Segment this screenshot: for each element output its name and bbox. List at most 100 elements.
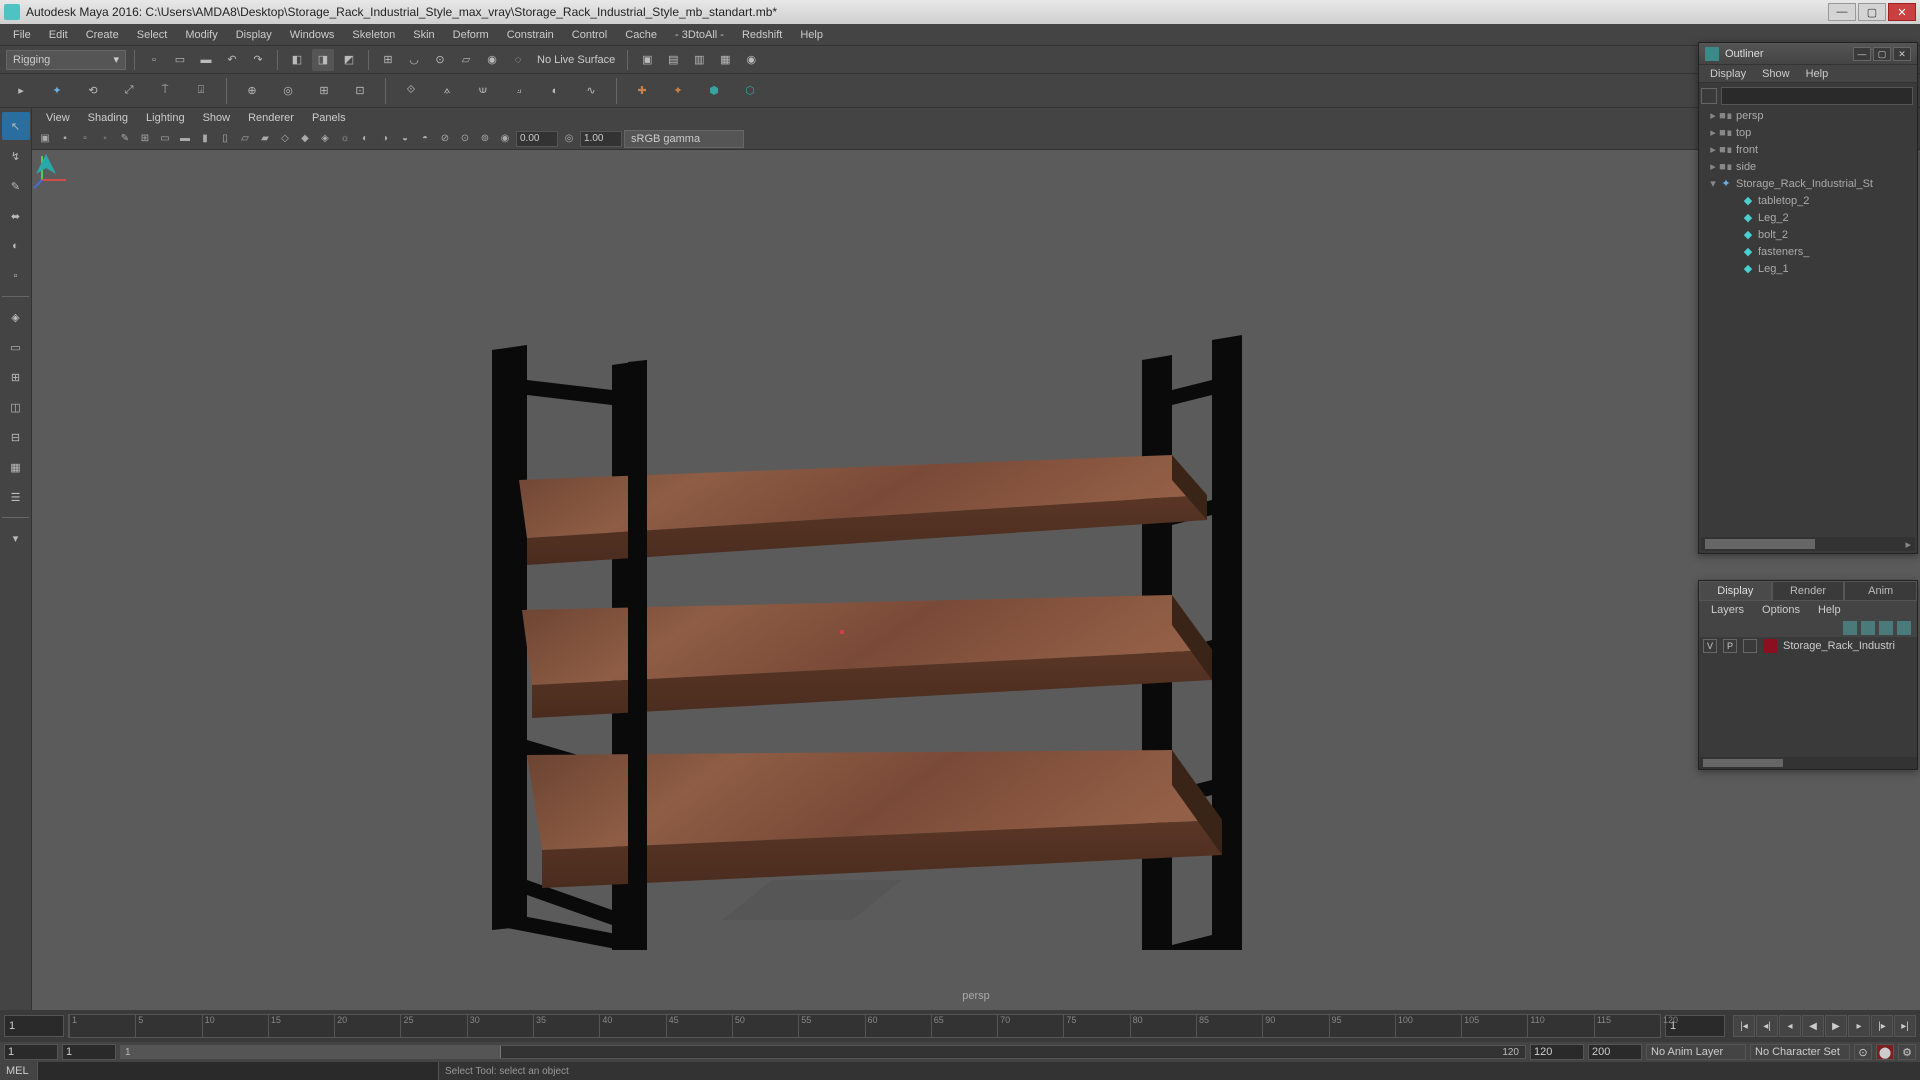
vp-field-chart-icon[interactable]: ▯ [216,130,234,148]
character-set-dropdown[interactable]: No Character Set [1750,1044,1850,1060]
expand-icon[interactable]: ▾ [1707,177,1719,190]
layer-color-swatch[interactable] [1763,639,1777,653]
vp-menu-view[interactable]: View [38,110,78,126]
make-live-icon[interactable]: ◌ [507,49,529,71]
play-forward-button[interactable]: ▶ [1825,1015,1847,1037]
menu-edit[interactable]: Edit [40,26,77,44]
vp-xray-icon[interactable]: ⊘ [436,130,454,148]
step-forward-key-button[interactable]: |▸ [1871,1015,1893,1037]
vp-menu-lighting[interactable]: Lighting [138,110,193,126]
vp-grid-icon[interactable]: ⊞ [136,130,154,148]
select-hierarchy-icon[interactable]: ◧ [286,49,308,71]
layer-new-empty-icon[interactable] [1879,621,1893,635]
menu-deform[interactable]: Deform [444,26,498,44]
vp-ao-icon[interactable]: ◑ [376,130,394,148]
outliner-tree[interactable]: ▸■∎persp▸■∎top▸■∎front▸■∎side▾✦Storage_R… [1701,107,1915,537]
vp-grease-icon[interactable]: ✎ [116,130,134,148]
lattice-icon[interactable]: ⊞ [309,76,339,106]
ik-tool-icon[interactable]: ⍗ [186,76,216,106]
anim-start-input[interactable]: 1 [4,1044,58,1060]
snap-live-icon[interactable]: ◉ [481,49,503,71]
panel-maximize-button[interactable]: ▢ [1873,47,1891,61]
layout-custom-button[interactable]: ▦ [2,453,30,481]
tree-row[interactable]: ◆fasteners_ [1701,243,1915,260]
snap-curve-icon[interactable]: ◡ [403,49,425,71]
tree-row[interactable]: ◆bolt_2 [1701,226,1915,243]
menu-windows[interactable]: Windows [281,26,344,44]
outliner-filter-icon[interactable] [1701,88,1717,104]
snap-point-icon[interactable]: ⊙ [429,49,451,71]
cmd-language-label[interactable]: MEL [0,1062,38,1080]
menu-select[interactable]: Select [128,26,177,44]
move-tool-icon[interactable]: ✦ [42,76,72,106]
outliner-search-input[interactable] [1721,87,1913,105]
menu-display[interactable]: Display [227,26,281,44]
tree-row[interactable]: ▸■∎top [1701,124,1915,141]
tab-anim-layers[interactable]: Anim [1844,581,1917,601]
menu-help[interactable]: Help [791,26,832,44]
vp-textured-icon[interactable]: ◈ [316,130,334,148]
vp-safe-action-icon[interactable]: ▱ [236,130,254,148]
layer-scrollbar[interactable] [1699,757,1917,769]
minimize-button[interactable]: — [1828,3,1856,21]
set-key-button[interactable]: ⬤ [1876,1044,1894,1060]
vp-wireframe-icon[interactable]: ◇ [276,130,294,148]
vp-camera-icon[interactable]: ▣ [36,130,54,148]
render-frame-icon[interactable]: ▣ [636,49,658,71]
vp-gamma-input[interactable] [580,131,622,147]
layout-outliner-button[interactable]: ☰ [2,483,30,511]
layer-move-up-icon[interactable] [1843,621,1857,635]
time-track[interactable]: 1510152025303540455055606570758085909510… [68,1014,1661,1038]
layer-row[interactable]: V P Storage_Rack_Industri [1699,637,1917,655]
menu-create[interactable]: Create [77,26,128,44]
blend-shape-icon[interactable]: ◐ [540,76,570,106]
layer-visible-toggle[interactable]: V [1703,639,1717,653]
tree-row[interactable]: ◆Leg_1 [1701,260,1915,277]
tree-row[interactable]: ▸■∎front [1701,141,1915,158]
tree-row[interactable]: ▸■∎persp [1701,107,1915,124]
vp-film-gate-icon[interactable]: ▭ [156,130,174,148]
tree-row[interactable]: ◆Leg_2 [1701,209,1915,226]
select-tool-button[interactable]: ↖ [2,112,30,140]
save-scene-icon[interactable]: ▬ [195,49,217,71]
vp-image-plane-icon[interactable]: ▫ [76,130,94,148]
go-start-button[interactable]: |◂ [1733,1015,1755,1037]
scale-tool-icon[interactable]: ⤢ [114,76,144,106]
layer-new-selected-icon[interactable] [1897,621,1911,635]
collapse-button[interactable]: ▾ [2,524,30,552]
tab-render-layers[interactable]: Render [1772,581,1845,601]
step-back-button[interactable]: ◂ [1779,1015,1801,1037]
ipr-render-icon[interactable]: ▤ [662,49,684,71]
anim-layer-dropdown[interactable]: No Anim Layer [1646,1044,1746,1060]
tree-row[interactable]: ◆tabletop_2 [1701,192,1915,209]
vp-xray-joints-icon[interactable]: ⊙ [456,130,474,148]
pole-vector-icon[interactable]: ✦ [663,76,693,106]
step-forward-button[interactable]: ▸ [1848,1015,1870,1037]
quick-rig-icon[interactable]: ⬡ [735,76,765,106]
expand-icon[interactable]: ▸ [1707,109,1719,122]
anim-end-input[interactable]: 200 [1588,1044,1642,1060]
go-end-button[interactable]: ▸| [1894,1015,1916,1037]
layout-single-button[interactable]: ▭ [2,333,30,361]
paint-weights-icon[interactable]: ⟑ [432,76,462,106]
select-component-icon[interactable]: ◩ [338,49,360,71]
viewport-3d[interactable]: persp [32,150,1920,1010]
rotate-button[interactable]: ◐ [2,232,30,260]
lasso-tool-icon[interactable]: ⍑ [150,76,180,106]
vp-isolate-icon[interactable]: ⊚ [476,130,494,148]
outliner-menu-display[interactable]: Display [1703,67,1753,81]
rotate-tool-icon[interactable]: ⟲ [78,76,108,106]
tree-row[interactable]: ▾✦Storage_Rack_Industrial_St [1701,175,1915,192]
outliner-menu-help[interactable]: Help [1799,67,1836,81]
cluster-icon[interactable]: ⊡ [345,76,375,106]
layout-two-button[interactable]: ◫ [2,393,30,421]
menu-file[interactable]: File [4,26,40,44]
vp-2d-pan-icon[interactable]: ◦ [96,130,114,148]
panel-close-button[interactable]: ✕ [1893,47,1911,61]
shelf-tab-icon[interactable]: ▸ [6,76,36,106]
vp-motion-blur-icon[interactable]: ◒ [396,130,414,148]
render-view-icon[interactable]: ▦ [714,49,736,71]
layer-move-down-icon[interactable] [1861,621,1875,635]
vp-bookmark-icon[interactable]: ▪ [56,130,74,148]
layers-menu-options[interactable]: Options [1754,603,1808,617]
